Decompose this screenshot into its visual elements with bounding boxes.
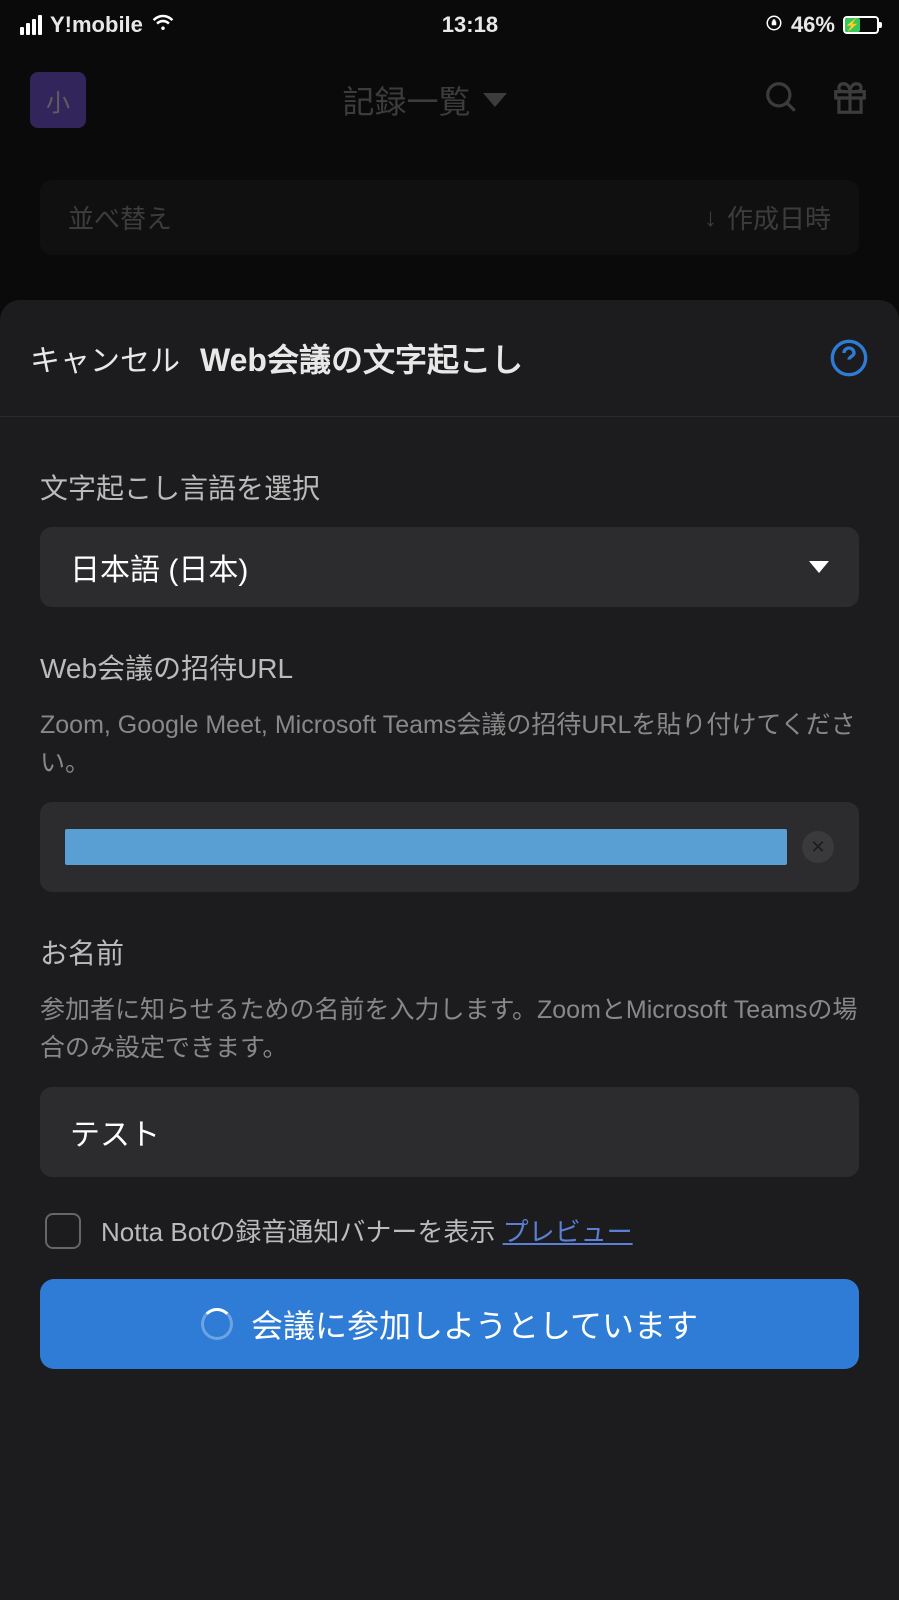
chevron-down-icon (483, 93, 507, 107)
name-label: お名前 (40, 932, 859, 972)
name-value: テスト (70, 1110, 160, 1154)
url-input[interactable]: ✕ (40, 802, 859, 892)
modal-body: 文字起こし言語を選択 日本語 (日本) Web会議の招待URL Zoom, Go… (0, 417, 899, 1399)
header-title-dropdown[interactable]: 記録一覧 (342, 77, 506, 123)
search-icon[interactable] (763, 79, 801, 122)
join-meeting-button[interactable]: 会議に参加しようとしています (40, 1279, 859, 1369)
banner-label: Notta Botの録音通知バナーを表示 プレビュー (101, 1212, 633, 1249)
modal-title: Web会議の文字起こし (200, 335, 809, 381)
modal-header: キャンセル Web会議の文字起こし (0, 300, 899, 417)
url-selected-text (65, 829, 787, 865)
loading-spinner-icon (201, 1308, 233, 1340)
cancel-button[interactable]: キャンセル (30, 336, 180, 380)
name-sublabel: 参加者に知らせるための名前を入力します。ZoomとMicrosoft Teams… (40, 992, 859, 1067)
language-label: 文字起こし言語を選択 (40, 467, 859, 507)
join-button-label: 会議に参加しようとしています (251, 1301, 698, 1347)
url-sublabel: Zoom, Google Meet, Microsoft Teams会議の招待U… (40, 707, 859, 782)
language-value: 日本語 (日本) (70, 545, 248, 589)
signal-icon (20, 15, 42, 35)
clear-icon[interactable]: ✕ (802, 831, 834, 863)
chevron-down-icon (809, 561, 829, 573)
url-label: Web会議の招待URL (40, 647, 859, 687)
status-time: 13:18 (442, 12, 498, 38)
language-select[interactable]: 日本語 (日本) (40, 527, 859, 607)
status-right: 46% ⚡ (765, 12, 879, 38)
carrier-name: Y!mobile (50, 12, 143, 38)
status-bar: Y!mobile 13:18 46% ⚡ (0, 0, 899, 50)
wifi-icon (151, 10, 175, 40)
battery-icon: ⚡ (843, 16, 879, 34)
banner-checkbox[interactable] (45, 1213, 81, 1249)
header-title-text: 記録一覧 (342, 77, 470, 123)
battery-percent: 46% (791, 12, 835, 38)
sort-bar[interactable]: 並べ替え ↓ 作成日時 (40, 180, 859, 255)
status-left: Y!mobile (20, 10, 175, 40)
avatar[interactable]: 小 (30, 72, 86, 128)
avatar-text: 小 (46, 83, 70, 118)
transcription-modal: キャンセル Web会議の文字起こし 文字起こし言語を選択 日本語 (日本) We… (0, 300, 899, 1600)
arrow-down-icon: ↓ (704, 202, 717, 233)
name-input[interactable]: テスト (40, 1087, 859, 1177)
gift-icon[interactable] (831, 79, 869, 122)
app-header: 小 記録一覧 (0, 50, 899, 150)
banner-checkbox-row: Notta Botの録音通知バナーを表示 プレビュー (40, 1212, 859, 1249)
sort-label: 並べ替え (68, 199, 172, 236)
help-icon[interactable] (829, 338, 869, 378)
preview-link[interactable]: プレビュー (503, 1217, 633, 1247)
sort-value: 作成日時 (727, 199, 831, 236)
orientation-lock-icon (765, 12, 783, 38)
